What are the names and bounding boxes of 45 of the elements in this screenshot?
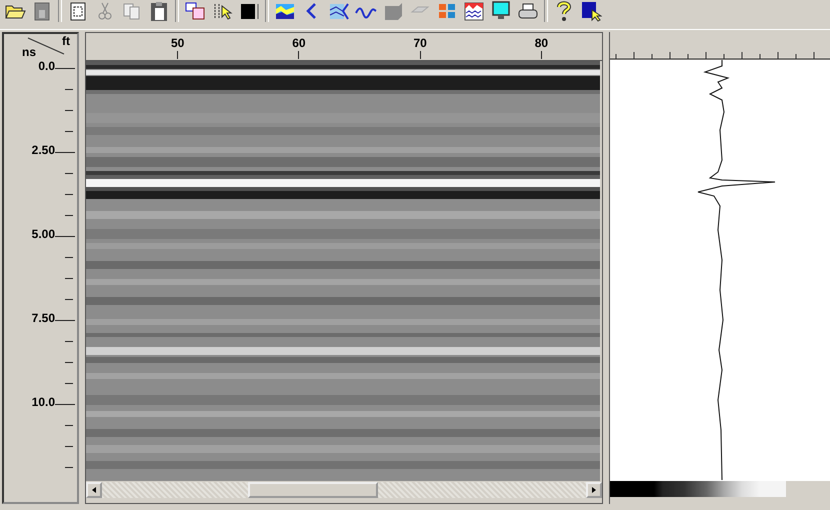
tick-mark bbox=[65, 446, 73, 447]
time-label: 0.0 bbox=[38, 59, 55, 73]
tick-mark bbox=[65, 215, 73, 216]
tick-mark bbox=[55, 404, 75, 405]
scroll-left-button[interactable] bbox=[86, 482, 102, 498]
right-arrow-icon bbox=[592, 487, 596, 493]
help-cursor-icon[interactable] bbox=[580, 0, 602, 22]
tick-mark bbox=[177, 51, 178, 59]
tick-mark bbox=[65, 362, 73, 363]
distance-label: 70 bbox=[413, 35, 427, 51]
tick-mark bbox=[65, 467, 73, 468]
tick-mark bbox=[65, 89, 73, 90]
tick-mark bbox=[55, 236, 75, 237]
tick-mark bbox=[65, 278, 73, 279]
scroll-thumb[interactable] bbox=[248, 482, 378, 498]
windows-icon[interactable] bbox=[184, 0, 206, 22]
tick-mark bbox=[65, 383, 73, 384]
tick-mark bbox=[55, 68, 75, 69]
tick-mark bbox=[65, 299, 73, 300]
tick-mark bbox=[420, 51, 421, 59]
left-arrow-icon bbox=[92, 487, 96, 493]
paste-icon[interactable] bbox=[148, 0, 170, 22]
tick-mark bbox=[65, 194, 73, 195]
tick-mark bbox=[65, 341, 73, 342]
tick-mark bbox=[65, 173, 73, 174]
time-unit: ns bbox=[22, 45, 36, 59]
time-label: 5.00 bbox=[32, 227, 55, 241]
distance-label: 50 bbox=[170, 35, 184, 51]
time-label: 2.50 bbox=[32, 143, 55, 157]
distance-unit: ft bbox=[62, 34, 70, 48]
tick-mark bbox=[65, 110, 73, 111]
tick-mark bbox=[65, 131, 73, 132]
tick-mark bbox=[55, 152, 75, 153]
tick-mark bbox=[65, 257, 73, 258]
tick-mark bbox=[55, 320, 75, 321]
tick-mark bbox=[65, 425, 73, 426]
distance-label: 60 bbox=[292, 35, 306, 51]
distance-label: 80 bbox=[534, 35, 548, 51]
layered-wave-icon[interactable] bbox=[463, 0, 485, 22]
scroll-right-button[interactable] bbox=[586, 482, 602, 498]
time-label: 7.50 bbox=[32, 311, 55, 325]
tick-mark bbox=[298, 51, 300, 59]
time-label: 10.0 bbox=[32, 395, 55, 409]
tick-mark bbox=[540, 51, 542, 59]
monitor-icon[interactable] bbox=[490, 0, 512, 22]
